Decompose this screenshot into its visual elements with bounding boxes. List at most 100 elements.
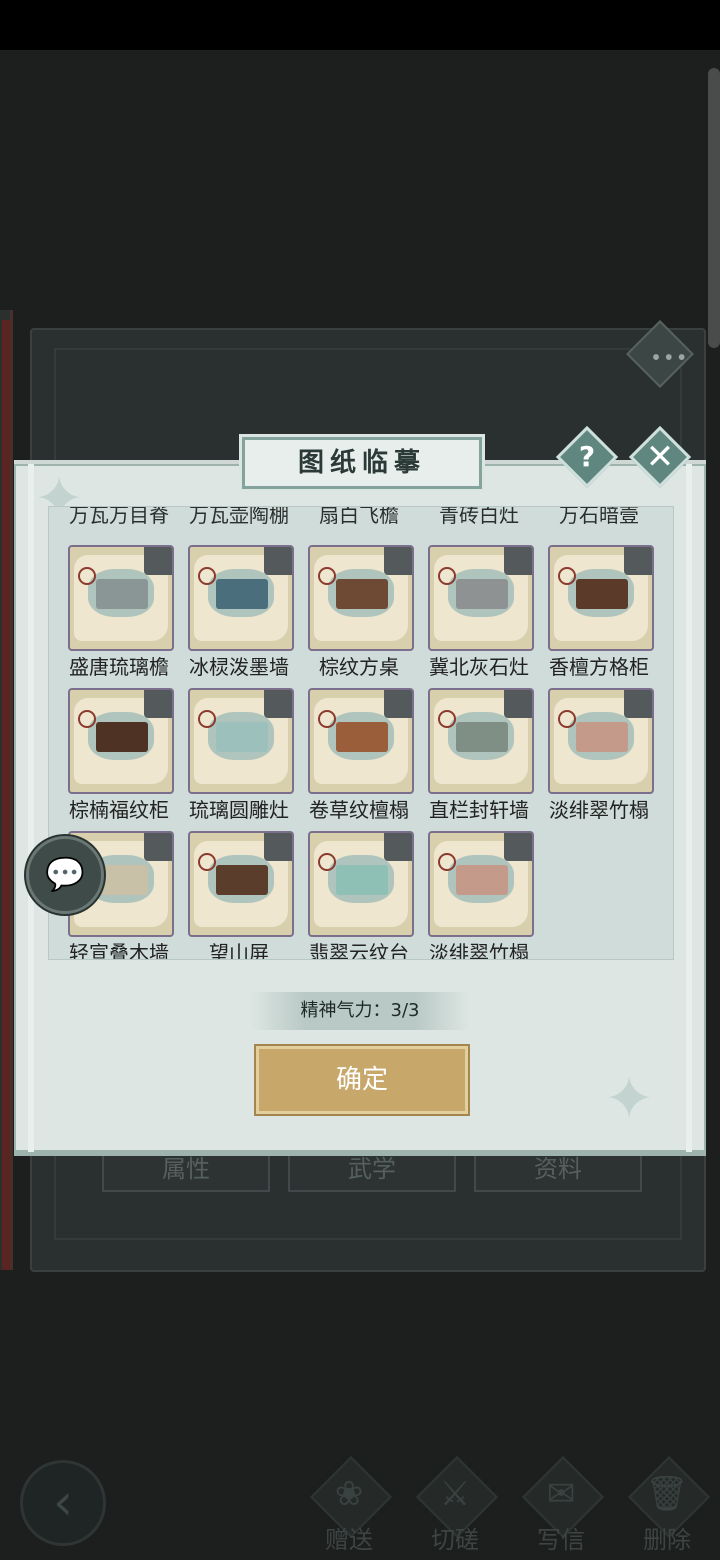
furniture-image [456,722,508,752]
blueprint-card [68,545,174,651]
blueprint-item[interactable]: 卷草纹檀榻 [299,688,419,828]
spar-button[interactable]: ⚔ 切磋 [410,1455,500,1556]
checkbox-corner[interactable] [264,833,292,861]
furniture-image [336,579,388,609]
blueprint-grid[interactable]: 万瓦万目脊 万瓦壶陶棚 扇白飞檐 青砖白灶 万石暗壹 盛唐琉璃檐 冰棂泼墨墙 棕纹方… [48,506,674,960]
checkbox-corner[interactable] [504,690,532,718]
item-label: 棕楠福纹柜 [69,798,169,822]
checkbox-corner[interactable] [384,547,412,575]
checkbox-corner[interactable] [384,690,412,718]
item-label: 棕纹方桌 [319,655,399,679]
checkbox-corner[interactable] [504,547,532,575]
furniture-image [216,865,268,895]
gift-scroll-icon: ❀ [334,1474,364,1514]
blueprint-card [68,688,174,794]
checkbox-corner[interactable] [264,690,292,718]
item-label: 万瓦壶陶棚 [189,506,289,527]
item-label: 望山屏 [209,941,269,960]
seal-stamp-icon [558,710,576,728]
seal-stamp-icon [438,853,456,871]
trash-icon: 🗑 [645,1474,689,1514]
blueprint-card [308,831,414,937]
blueprint-item[interactable]: 棕纹方桌 [299,545,419,685]
furniture-image [336,722,388,752]
gift-label: 赠送 [325,1526,373,1554]
item-label: 直栏封轩墙 [429,798,529,822]
furniture-image [456,865,508,895]
furniture-image [96,579,148,609]
blueprint-item[interactable]: 望山屏 [179,831,299,960]
blueprint-item[interactable]: 棕楠福纹柜 [59,688,179,828]
item-label: 冀北灰石灶 [429,655,529,679]
seal-stamp-icon [438,710,456,728]
item-label: 盛唐琉璃檐 [69,655,169,679]
blueprint-card [548,545,654,651]
dialog-title: 图纸临摹 [242,437,482,489]
status-bar [0,0,720,50]
checkbox-corner[interactable] [264,547,292,575]
sword-icon: ⚔ [439,1474,471,1514]
delete-button[interactable]: 🗑 删除 [622,1455,712,1556]
seal-stamp-icon [198,853,216,871]
item-label: 香檀方格柜 [549,655,649,679]
checkbox-corner[interactable] [144,833,172,861]
scrollbar[interactable] [708,68,720,348]
item-label: 万瓦万目脊 [69,506,169,527]
blueprint-item[interactable]: 冀北灰石灶 [419,545,539,685]
furniture-image [576,722,628,752]
checkbox-corner[interactable] [144,690,172,718]
blueprint-card [428,831,534,937]
chat-bubble-icon[interactable]: 💬 [26,836,104,914]
furniture-image [216,722,268,752]
checkbox-corner[interactable] [384,833,412,861]
blueprint-item[interactable]: 琉璃圆雕灶 [179,688,299,828]
item-label: 万石暗壹 [559,506,639,527]
close-icon: ✕ [645,437,675,477]
blueprint-item[interactable]: 淡绯翠竹榻 [539,688,659,828]
item-label: 琉璃圆雕灶 [189,798,289,822]
blueprint-card [548,688,654,794]
question-icon: ? [578,440,596,473]
item-label: 冰棂泼墨墙 [189,655,289,679]
letter-label: 写信 [537,1526,585,1554]
blueprint-item[interactable]: 直栏封轩墙 [419,688,539,828]
blueprint-card [308,545,414,651]
blueprint-card [428,545,534,651]
gift-button[interactable]: ❀ 赠送 [304,1455,394,1556]
blueprint-item[interactable]: 淡绯翠竹榻 [419,831,539,960]
blueprint-card [188,688,294,794]
seal-stamp-icon [438,567,456,585]
delete-label: 删除 [643,1526,691,1554]
item-label: 轻宣叠木墙 [69,941,169,960]
seal-stamp-icon [318,567,336,585]
blueprint-card [308,688,414,794]
partial-row: 万瓦万目脊 万瓦壶陶棚 扇白飞檐 青砖白灶 万石暗壹 [49,507,673,535]
blueprint-card [428,688,534,794]
seal-stamp-icon [198,710,216,728]
back-arrow-icon[interactable]: ‹ [20,1460,106,1546]
checkbox-corner[interactable] [504,833,532,861]
blueprint-card [188,545,294,651]
item-label: 淡绯翠竹榻 [549,798,649,822]
blueprint-item[interactable]: 翡翠云纹台 [299,831,419,959]
confirm-button[interactable]: 确定 [256,1046,468,1114]
seal-stamp-icon [78,567,96,585]
seal-stamp-icon [558,567,576,585]
spar-label: 切磋 [431,1526,479,1554]
item-label: 扇白飞檐 [319,506,399,527]
item-label: 淡绯翠竹榻 [429,941,529,960]
seal-stamp-icon [198,567,216,585]
furniture-image [216,579,268,609]
letter-icon: ✉ [546,1474,576,1514]
checkbox-corner[interactable] [624,690,652,718]
checkbox-corner[interactable] [624,547,652,575]
write-letter-button[interactable]: ✉ 写信 [516,1455,606,1556]
blueprint-item[interactable]: 香檀方格柜 [539,545,659,685]
furniture-image [576,579,628,609]
bamboo-leaf-decoration: ✦ [604,1064,655,1134]
furniture-image [336,865,388,895]
blueprint-item[interactable]: 盛唐琉璃檐 [59,545,179,685]
stamina-indicator: 精神气力：3/3 [250,992,470,1030]
checkbox-corner[interactable] [144,547,172,575]
blueprint-item[interactable]: 冰棂泼墨墙 [179,545,299,685]
